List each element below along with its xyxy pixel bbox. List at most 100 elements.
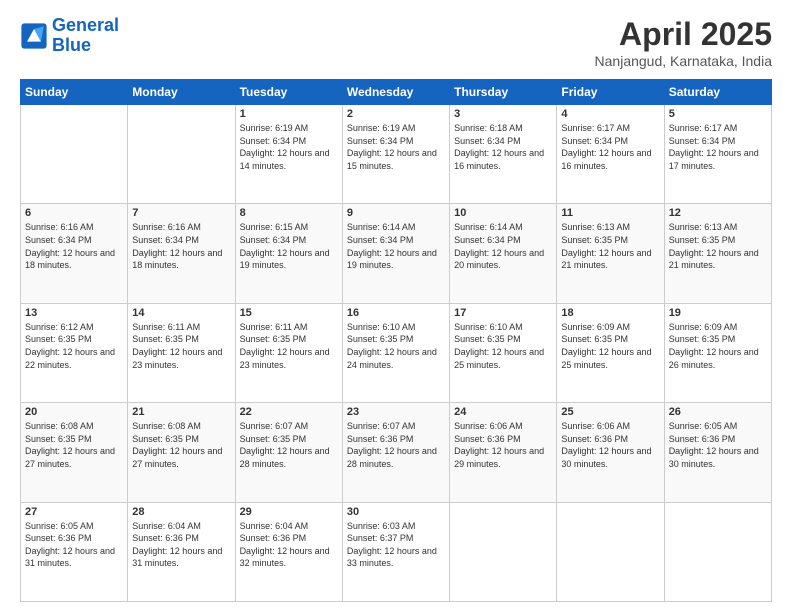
- calendar-cell: [128, 105, 235, 204]
- day-info: Sunrise: 6:07 AMSunset: 6:36 PMDaylight:…: [347, 420, 445, 470]
- day-number: 6: [25, 207, 123, 219]
- day-info: Sunrise: 6:11 AMSunset: 6:35 PMDaylight:…: [240, 321, 338, 371]
- logo: General Blue: [20, 16, 119, 56]
- calendar-cell: 2Sunrise: 6:19 AMSunset: 6:34 PMDaylight…: [342, 105, 449, 204]
- day-info: Sunrise: 6:10 AMSunset: 6:35 PMDaylight:…: [454, 321, 552, 371]
- col-sunday: Sunday: [21, 80, 128, 105]
- calendar-week-1: 1 Sunrise: 6:19 AMSunset: 6:34 PMDaylight…: [21, 105, 772, 204]
- calendar-cell: [664, 502, 771, 601]
- calendar-cell: 9 Sunrise: 6:14 AMSunset: 6:34 PMDaylight…: [342, 204, 449, 303]
- logo-line1: General: [52, 15, 119, 35]
- day-number: 8: [240, 207, 338, 219]
- calendar-cell: 24Sunrise: 6:06 AMSunset: 6:36 PMDayligh…: [450, 403, 557, 502]
- calendar-cell: [450, 502, 557, 601]
- calendar-cell: 6 Sunrise: 6:16 AMSunset: 6:34 PMDaylight…: [21, 204, 128, 303]
- col-saturday: Saturday: [664, 80, 771, 105]
- calendar-cell: 8Sunrise: 6:15 AMSunset: 6:34 PMDaylight…: [235, 204, 342, 303]
- col-wednesday: Wednesday: [342, 80, 449, 105]
- title-block: April 2025 Nanjangud, Karnataka, India: [595, 16, 772, 69]
- day-info: Sunrise: 6:04 AMSunset: 6:36 PMDaylight:…: [132, 520, 230, 570]
- day-info: Sunrise: 6:14 AMSunset: 6:34 PMDaylight:…: [454, 221, 552, 271]
- calendar-week-4: 20 Sunrise: 6:08 AMSunset: 6:35 PMDayligh…: [21, 403, 772, 502]
- day-number: 1: [240, 108, 338, 120]
- location-subtitle: Nanjangud, Karnataka, India: [595, 53, 772, 69]
- calendar-cell: 3Sunrise: 6:18 AMSunset: 6:34 PMDaylight…: [450, 105, 557, 204]
- day-number: 27: [25, 506, 123, 518]
- day-number: 16: [347, 307, 445, 319]
- day-number: 15: [240, 307, 338, 319]
- day-info: Sunrise: 6:17 AMSunset: 6:34 PMDaylight:…: [561, 122, 659, 172]
- day-number: 21: [132, 406, 230, 418]
- day-info: Sunrise: 6:19 AMSunset: 6:34 PMDaylight:…: [240, 122, 338, 172]
- day-number: 20: [25, 406, 123, 418]
- calendar-cell: 23 Sunrise: 6:07 AMSunset: 6:36 PMDayligh…: [342, 403, 449, 502]
- calendar-cell: 7 Sunrise: 6:16 AMSunset: 6:34 PMDaylight…: [128, 204, 235, 303]
- day-info: Sunrise: 6:07 AMSunset: 6:35 PMDaylight:…: [240, 420, 338, 470]
- calendar-table: Sunday Monday Tuesday Wednesday Thursday…: [20, 79, 772, 602]
- day-number: 23: [347, 406, 445, 418]
- day-number: 7: [132, 207, 230, 219]
- day-info: Sunrise: 6:13 AMSunset: 6:35 PMDaylight:…: [669, 221, 767, 271]
- day-number: 29: [240, 506, 338, 518]
- day-info: Sunrise: 6:05 AMSunset: 6:36 PMDaylight:…: [25, 520, 123, 570]
- calendar-cell: [557, 502, 664, 601]
- calendar-cell: 25Sunrise: 6:06 AMSunset: 6:36 PMDayligh…: [557, 403, 664, 502]
- day-number: 9: [347, 207, 445, 219]
- calendar-cell: 14Sunrise: 6:11 AMSunset: 6:35 PMDayligh…: [128, 303, 235, 402]
- calendar-cell: 5 Sunrise: 6:17 AMSunset: 6:34 PMDaylight…: [664, 105, 771, 204]
- calendar-cell: 22 Sunrise: 6:07 AMSunset: 6:35 PMDayligh…: [235, 403, 342, 502]
- calendar-cell: 10 Sunrise: 6:14 AMSunset: 6:34 PMDayligh…: [450, 204, 557, 303]
- logo-text: General Blue: [52, 16, 119, 56]
- calendar-cell: 27 Sunrise: 6:05 AMSunset: 6:36 PMDayligh…: [21, 502, 128, 601]
- day-number: 4: [561, 108, 659, 120]
- day-number: 11: [561, 207, 659, 219]
- day-info: Sunrise: 6:16 AMSunset: 6:34 PMDaylight:…: [132, 221, 230, 271]
- calendar-cell: 19 Sunrise: 6:09 AMSunset: 6:35 PMDayligh…: [664, 303, 771, 402]
- day-info: Sunrise: 6:10 AMSunset: 6:35 PMDaylight:…: [347, 321, 445, 371]
- day-number: 13: [25, 307, 123, 319]
- calendar-cell: 11 Sunrise: 6:13 AMSunset: 6:35 PMDayligh…: [557, 204, 664, 303]
- calendar-week-5: 27 Sunrise: 6:05 AMSunset: 6:36 PMDayligh…: [21, 502, 772, 601]
- day-info: Sunrise: 6:03 AMSunset: 6:37 PMDaylight:…: [347, 520, 445, 570]
- calendar-cell: 16 Sunrise: 6:10 AMSunset: 6:35 PMDayligh…: [342, 303, 449, 402]
- calendar-cell: 26Sunrise: 6:05 AMSunset: 6:36 PMDayligh…: [664, 403, 771, 502]
- col-tuesday: Tuesday: [235, 80, 342, 105]
- day-info: Sunrise: 6:12 AMSunset: 6:35 PMDaylight:…: [25, 321, 123, 371]
- calendar-header-row: Sunday Monday Tuesday Wednesday Thursday…: [21, 80, 772, 105]
- generalblue-logo-icon: [20, 22, 48, 50]
- day-number: 19: [669, 307, 767, 319]
- day-number: 24: [454, 406, 552, 418]
- calendar-cell: 29Sunrise: 6:04 AMSunset: 6:36 PMDayligh…: [235, 502, 342, 601]
- calendar-cell: 28Sunrise: 6:04 AMSunset: 6:36 PMDayligh…: [128, 502, 235, 601]
- col-thursday: Thursday: [450, 80, 557, 105]
- calendar-cell: 15 Sunrise: 6:11 AMSunset: 6:35 PMDayligh…: [235, 303, 342, 402]
- calendar-cell: [21, 105, 128, 204]
- day-info: Sunrise: 6:16 AMSunset: 6:34 PMDaylight:…: [25, 221, 123, 271]
- col-monday: Monday: [128, 80, 235, 105]
- page: General Blue April 2025 Nanjangud, Karna…: [0, 0, 792, 612]
- day-number: 10: [454, 207, 552, 219]
- day-info: Sunrise: 6:08 AMSunset: 6:35 PMDaylight:…: [132, 420, 230, 470]
- day-info: Sunrise: 6:14 AMSunset: 6:34 PMDaylight:…: [347, 221, 445, 271]
- day-number: 25: [561, 406, 659, 418]
- day-number: 22: [240, 406, 338, 418]
- day-info: Sunrise: 6:17 AMSunset: 6:34 PMDaylight:…: [669, 122, 767, 172]
- day-info: Sunrise: 6:18 AMSunset: 6:34 PMDaylight:…: [454, 122, 552, 172]
- calendar-cell: 1 Sunrise: 6:19 AMSunset: 6:34 PMDaylight…: [235, 105, 342, 204]
- day-info: Sunrise: 6:19 AMSunset: 6:34 PMDaylight:…: [347, 122, 445, 172]
- day-info: Sunrise: 6:09 AMSunset: 6:35 PMDaylight:…: [669, 321, 767, 371]
- calendar-cell: 30 Sunrise: 6:03 AMSunset: 6:37 PMDayligh…: [342, 502, 449, 601]
- calendar-cell: 18Sunrise: 6:09 AMSunset: 6:35 PMDayligh…: [557, 303, 664, 402]
- header: General Blue April 2025 Nanjangud, Karna…: [20, 16, 772, 69]
- day-info: Sunrise: 6:13 AMSunset: 6:35 PMDaylight:…: [561, 221, 659, 271]
- day-info: Sunrise: 6:09 AMSunset: 6:35 PMDaylight:…: [561, 321, 659, 371]
- day-info: Sunrise: 6:05 AMSunset: 6:36 PMDaylight:…: [669, 420, 767, 470]
- day-number: 30: [347, 506, 445, 518]
- day-info: Sunrise: 6:11 AMSunset: 6:35 PMDaylight:…: [132, 321, 230, 371]
- calendar-cell: 21 Sunrise: 6:08 AMSunset: 6:35 PMDayligh…: [128, 403, 235, 502]
- calendar-week-3: 13 Sunrise: 6:12 AMSunset: 6:35 PMDayligh…: [21, 303, 772, 402]
- day-number: 5: [669, 108, 767, 120]
- col-friday: Friday: [557, 80, 664, 105]
- calendar-cell: 20Sunrise: 6:08 AMSunset: 6:35 PMDayligh…: [21, 403, 128, 502]
- logo-line2: Blue: [52, 35, 91, 55]
